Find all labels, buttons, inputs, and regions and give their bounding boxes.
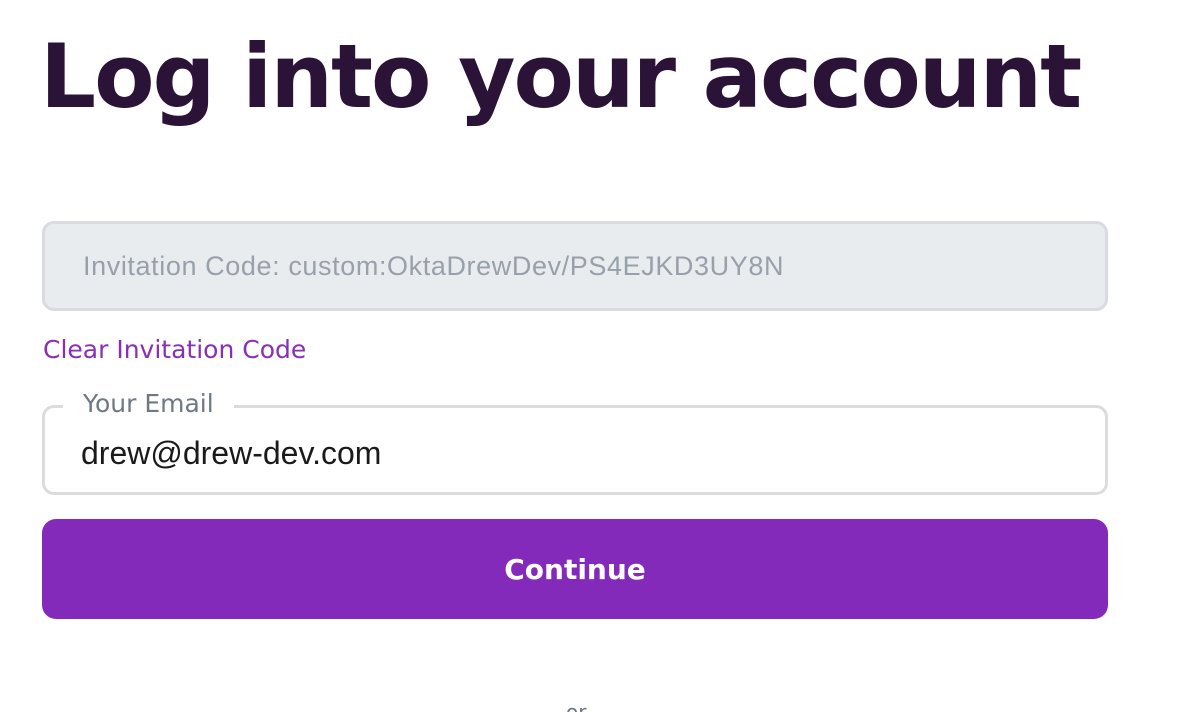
clear-invitation-code-link[interactable]: Clear Invitation Code — [43, 335, 306, 364]
invitation-code-field[interactable] — [42, 221, 1108, 311]
login-page: Log into your account Clear Invitation C… — [0, 0, 1180, 712]
page-title: Log into your account — [40, 25, 1082, 128]
email-field-label: Your Email — [63, 386, 234, 422]
email-field-container: Your Email — [42, 386, 1108, 495]
email-field[interactable] — [81, 432, 1081, 474]
continue-button[interactable]: Continue — [42, 519, 1108, 619]
or-divider-text: or — [566, 700, 587, 712]
